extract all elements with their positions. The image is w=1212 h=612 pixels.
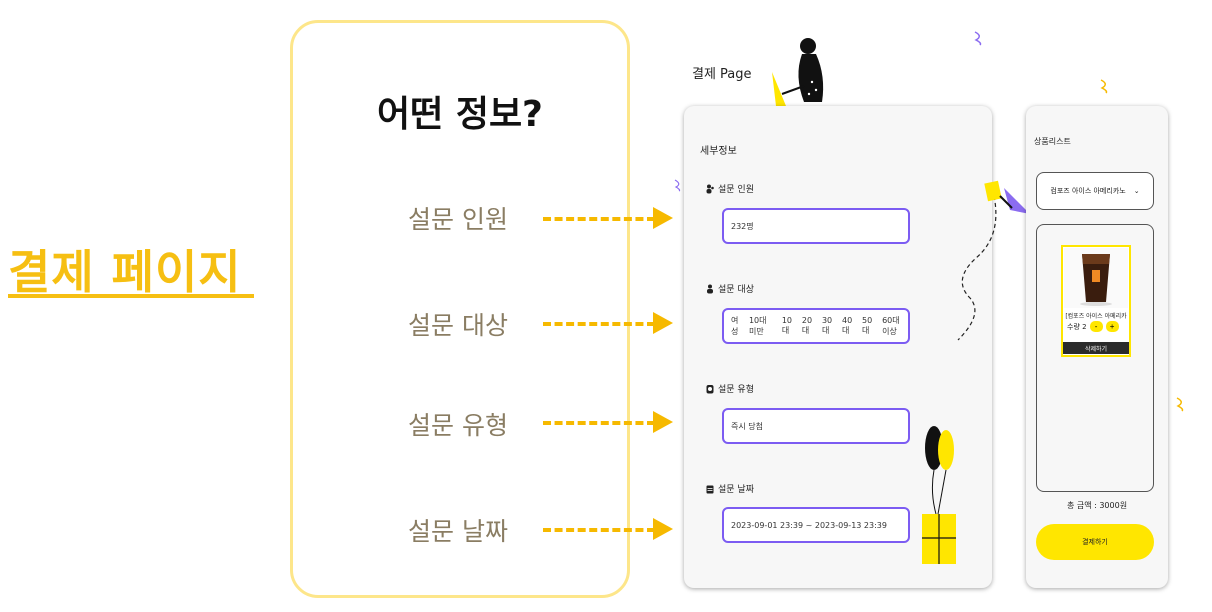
info-label-type: 설문 유형 <box>408 411 508 440</box>
squiggle-icon <box>674 179 681 192</box>
info-label-target: 설문 대상 <box>408 311 508 340</box>
target-option[interactable]: 50대 <box>862 316 875 336</box>
product-select-value: 컴포즈 아이스 아메리카노 <box>1050 187 1126 195</box>
side-title-underline <box>8 294 254 298</box>
total-amount: 총 금액 : 3000원 <box>1066 501 1128 510</box>
field-label-text: 설문 대상 <box>718 285 754 295</box>
info-label-count: 설문 인원 <box>408 205 508 234</box>
delete-button[interactable]: 삭제하기 <box>1063 342 1129 354</box>
decrease-button[interactable]: - <box>1089 321 1103 332</box>
calendar-icon <box>706 485 714 493</box>
balloon-gift-illustration <box>922 426 956 564</box>
clock-icon <box>706 384 714 393</box>
cart-box: [컴포즈 아이스 아메리카노] 수량 2 - + 삭제하기 <box>1036 224 1154 492</box>
field-label-date: 설문 날짜 <box>706 482 754 495</box>
product-panel: 상품리스트 컴포즈 아이스 아메리카노 ⌄ [컴포즈 아이스 아메리카노] 수량… <box>1026 106 1168 588</box>
quantity-label: 수량 2 <box>1067 322 1087 331</box>
date-range-input[interactable]: 2023-09-01 23:39 ~ 2023-09-13 23:39 <box>722 507 910 543</box>
iced-coffee-image <box>1064 248 1128 308</box>
target-option[interactable]: 40대 <box>842 316 855 336</box>
target-option[interactable]: 여성 <box>731 315 742 337</box>
info-card-title: 어떤 정보? <box>377 94 543 135</box>
field-label-target: 설문 대상 <box>706 282 754 295</box>
product-panel-title: 상품리스트 <box>1034 137 1071 146</box>
arrow-icon <box>543 518 673 542</box>
squiggle-icon <box>1100 79 1108 94</box>
count-value: 232명 <box>731 221 754 231</box>
person-icon <box>707 284 713 293</box>
pay-button[interactable]: 결제하기 <box>1036 524 1154 560</box>
people-icon <box>706 184 714 193</box>
side-title: 결제 페이지 <box>8 245 242 299</box>
product-select[interactable]: 컴포즈 아이스 아메리카노 ⌄ <box>1036 172 1154 210</box>
target-selector[interactable]: 여성 10대 미만 10대 20대 30대 40대 50대 60대 이상 <box>722 308 910 344</box>
info-label-date: 설문 날짜 <box>408 517 508 546</box>
field-label-text: 설문 유형 <box>718 385 754 395</box>
paper-plane-illustration <box>957 180 1030 341</box>
cart-item: [컴포즈 아이스 아메리카노] 수량 2 - + 삭제하기 <box>1061 245 1131 357</box>
count-input[interactable]: 232명 <box>722 208 910 244</box>
page-caption: 결제 Page <box>692 67 752 82</box>
quantity-stepper: 수량 2 - + <box>1067 321 1119 332</box>
chevron-down-icon: ⌄ <box>1133 187 1140 195</box>
field-label-type: 설문 유형 <box>706 382 754 395</box>
reading-girl-illustration <box>772 38 824 106</box>
field-label-text: 설문 날짜 <box>718 485 754 495</box>
field-label-text: 설문 인원 <box>718 185 754 195</box>
type-value: 즉시 당첨 <box>731 421 763 431</box>
field-label-count: 설문 인원 <box>706 182 754 195</box>
target-option[interactable]: 30대 <box>822 316 835 336</box>
target-option[interactable]: 10대 <box>782 316 795 336</box>
date-range-value: 2023-09-01 23:39 ~ 2023-09-13 23:39 <box>731 520 887 530</box>
arrow-icon <box>543 207 673 231</box>
arrow-icon <box>543 411 673 435</box>
detail-panel-title: 세부정보 <box>700 146 737 157</box>
arrow-icon <box>543 312 673 336</box>
target-option[interactable]: 10대 미만 <box>749 315 775 337</box>
target-option[interactable]: 20대 <box>802 316 815 336</box>
squiggle-icon <box>974 31 982 46</box>
type-input[interactable]: 즉시 당첨 <box>722 408 910 444</box>
increase-button[interactable]: + <box>1105 321 1119 332</box>
target-option[interactable]: 60대 이상 <box>882 315 908 337</box>
squiggle-icon <box>1176 397 1184 412</box>
